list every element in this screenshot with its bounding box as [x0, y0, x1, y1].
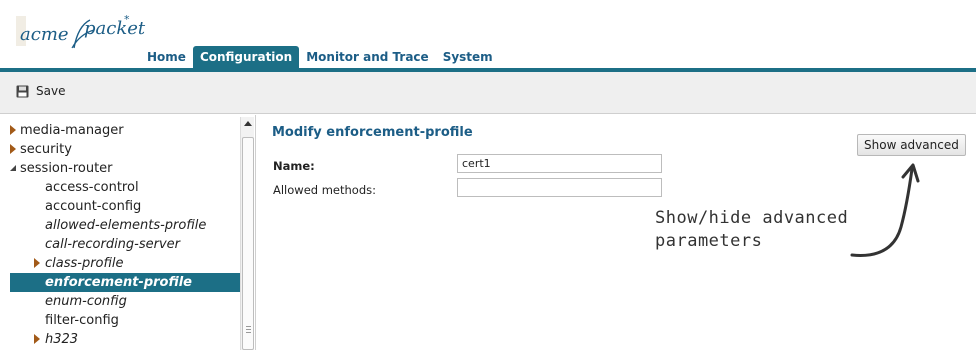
tree-item-label: class-profile	[45, 256, 124, 271]
expand-arrow-icon[interactable]	[10, 125, 16, 135]
scrollbar-thumb[interactable]	[242, 137, 254, 350]
tree-item-access-control[interactable]: access-control	[10, 178, 240, 197]
nav-tab-system[interactable]: System	[436, 46, 500, 70]
tree-item-media-manager[interactable]: media-manager	[10, 121, 240, 140]
tree-item-call-recording-server[interactable]: call-recording-server	[10, 235, 240, 254]
tree-item-filter-config[interactable]: filter-config	[10, 311, 240, 330]
logo-acme-text: acme	[20, 24, 69, 45]
tree-item-label: call-recording-server	[45, 237, 181, 252]
config-tree: media-manager security session-router ac…	[10, 121, 240, 349]
nav-tab-configuration[interactable]: Configuration	[192, 46, 300, 70]
tree-item-session-router[interactable]: session-router	[10, 159, 240, 178]
annotation-text: Show/hide advanced parameters	[655, 207, 848, 253]
tree-item-label: allowed-elements-profile	[45, 218, 207, 233]
nav-tab-monitor-and-trace[interactable]: Monitor and Trace	[299, 46, 435, 70]
annotation-line-2: parameters	[655, 231, 763, 251]
allowed-methods-label: Allowed methods:	[273, 183, 377, 197]
allowed-methods-input[interactable]	[457, 178, 662, 197]
main-nav: Home Configuration Monitor and Trace Sys…	[140, 44, 500, 70]
sidebar-scrollbar[interactable]	[240, 117, 254, 350]
annotation-line-1: Show/hide advanced	[655, 208, 849, 228]
tree-item-label: account-config	[45, 199, 142, 214]
tree-item-enum-config[interactable]: enum-config	[10, 292, 240, 311]
tree-item-label: access-control	[45, 180, 139, 195]
tree-item-class-profile[interactable]: class-profile	[10, 254, 240, 273]
collapse-arrow-icon[interactable]	[10, 165, 16, 171]
tree-item-label: media-manager	[20, 123, 124, 138]
tree-item-allowed-elements-profile[interactable]: allowed-elements-profile	[10, 216, 240, 235]
expand-arrow-icon[interactable]	[10, 144, 16, 154]
name-input[interactable]	[457, 154, 662, 173]
config-tree-sidebar: media-manager security session-router ac…	[0, 115, 256, 350]
show-advanced-button[interactable]: Show advanced	[857, 134, 966, 156]
name-field-label: Name:	[273, 159, 315, 173]
tree-item-account-config[interactable]: account-config	[10, 197, 240, 216]
tree-item-security[interactable]: security	[10, 140, 240, 159]
main-panel: Modify enforcement-profile Name: Allowed…	[257, 115, 976, 350]
tree-item-label: enforcement-profile	[45, 275, 192, 290]
expand-arrow-icon[interactable]	[34, 334, 40, 344]
tree-item-h323[interactable]: h323	[10, 330, 240, 349]
page-title: Modify enforcement-profile	[272, 125, 473, 140]
scroll-up-arrow-icon[interactable]	[244, 121, 252, 126]
save-button[interactable]: Save	[16, 84, 65, 98]
tree-item-label: security	[20, 142, 72, 157]
tree-item-label: enum-config	[45, 294, 127, 309]
nav-tab-home[interactable]: Home	[140, 46, 193, 70]
save-label: Save	[36, 84, 66, 98]
grip-line	[246, 332, 251, 333]
logo-packet-text: packet	[84, 18, 146, 39]
grip-line	[246, 329, 251, 330]
tree-item-enforcement-profile[interactable]: enforcement-profile	[10, 273, 240, 292]
tree-item-label: h323	[45, 332, 79, 347]
app-header: * acme packet Home Configuration Monitor…	[0, 0, 976, 70]
floppy-disk-icon	[16, 85, 29, 97]
acme-packet-logo: * acme packet	[16, 14, 146, 56]
toolbar: Save	[0, 72, 976, 114]
expand-arrow-icon[interactable]	[34, 258, 40, 268]
tree-item-label: session-router	[20, 161, 113, 176]
grip-line	[246, 326, 251, 327]
tree-item-label: filter-config	[45, 313, 119, 328]
